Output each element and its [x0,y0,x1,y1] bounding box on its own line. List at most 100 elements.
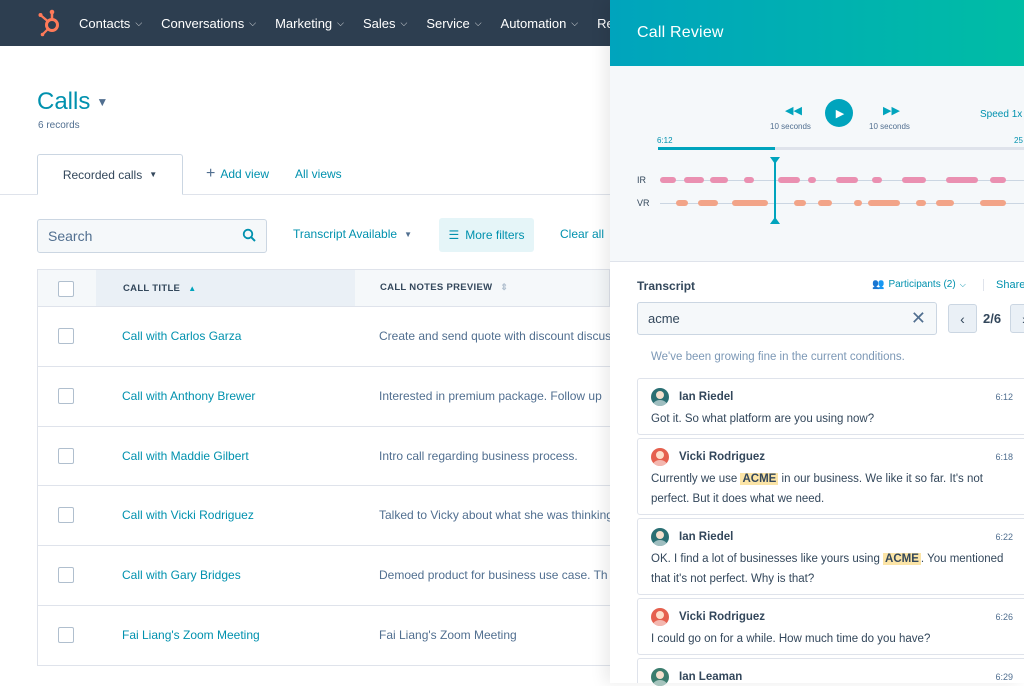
all-views-link[interactable]: All views [295,167,342,181]
transcript-message[interactable]: Ian Riedel 6:22 OK. I find a lot of busin… [637,518,1024,595]
search-highlight: ACME [883,553,921,565]
transcript-available-filter[interactable]: Transcript Available ▼ [293,227,412,241]
nav-conversations[interactable]: Conversations ⌵ [161,16,256,31]
share-button[interactable]: Share [983,279,1024,291]
select-all-checkbox[interactable] [58,281,74,297]
fast-forward-icon[interactable]: ▶▶ [883,104,900,117]
add-view-button[interactable]: + Add view [206,165,269,182]
column-call-notes[interactable]: CALL NOTES PREVIEW ⇕ [380,282,508,293]
previous-match-button[interactable]: ‹ [948,304,977,333]
row-checkbox[interactable] [58,447,74,464]
call-title-link[interactable]: Call with Carlos Garza [122,329,241,343]
speech-segment [872,177,882,183]
message-text: I could go on for a while. How much time… [651,633,931,645]
transcript-message[interactable]: Ian Leaman 6:29 [637,658,1024,686]
calls-page: Calls ▼ 6 records Recorded calls ▼ + Add v… [0,46,611,683]
avatar [651,608,669,626]
participants-dropdown[interactable]: 👥 Participants (2) ⌵ [872,279,966,290]
row-checkbox[interactable] [58,507,74,524]
call-title-link[interactable]: Call with Vicki Rodriguez [122,508,254,522]
hubspot-logo-icon[interactable] [35,8,65,38]
avatar [651,668,669,686]
transcript-search-input[interactable]: acme ✕ [637,302,937,335]
transcript-message[interactable]: Ian Riedel 6:12 Got it. So what platform … [637,378,1024,435]
plus-icon: + [206,165,216,182]
avatar [651,388,669,406]
chevron-down-icon: ⌵ [959,279,966,289]
row-checkbox[interactable] [58,328,74,344]
chevron-down-icon: ⌵ [337,17,344,28]
avatar [651,528,669,546]
caret-down-icon: ▼ [96,95,109,109]
row-checkbox[interactable] [58,567,74,584]
message-text: Got it. So what platform are you using n… [651,413,875,425]
speech-segment [818,200,832,206]
chevron-left-icon: ‹ [960,310,965,327]
call-title-link[interactable]: Call with Gary Bridges [122,568,241,582]
lane-label-ir: IR [637,175,646,185]
call-notes: Talked to Vicky about what she was think… [379,508,611,523]
current-time: 6:12 [657,136,673,145]
page-title[interactable]: Calls ▼ [37,88,108,116]
call-notes: Intro call regarding business process. [379,448,578,463]
speech-segment [794,200,806,206]
nav-automation[interactable]: Automation ⌵ [501,16,579,31]
transcript-heading: Transcript [637,279,696,293]
row-checkbox[interactable] [58,626,74,643]
speech-segment [808,177,816,183]
nav-marketing[interactable]: Marketing ⌵ [275,16,344,31]
speech-segment [946,177,978,183]
close-icon[interactable]: ✕ [911,308,926,329]
call-title-link[interactable]: Call with Maddie Gilbert [122,449,249,463]
panel-title: Call Review [610,0,1024,66]
caret-down-icon: ▼ [149,170,158,179]
next-match-button[interactable]: › [1010,304,1024,333]
speech-segment [868,200,900,206]
playhead[interactable] [774,159,776,223]
speech-segment [660,177,676,183]
tab-recorded-calls[interactable]: Recorded calls ▼ [37,154,183,195]
table-row: Call with Vicki Rodriguez Talked to Vicky… [37,486,611,547]
transcript-message[interactable]: Vicki Rodriguez 6:26 I could go on for a … [637,598,1024,655]
caret-down-icon: ▼ [404,229,412,239]
row-checkbox[interactable] [58,387,74,404]
nav-service[interactable]: Service ⌵ [426,16,481,31]
speech-segment [916,200,926,206]
speech-segment [936,200,954,206]
clear-all-link[interactable]: Clear all [560,227,604,241]
speech-segment [990,177,1006,183]
search-input[interactable]: Search [37,219,267,253]
calls-table: CALL TITLE ▲ CALL NOTES PREVIEW ⇕ Call wit… [37,269,611,666]
nav-contacts[interactable]: Contacts ⌵ [79,16,142,31]
rewind-label: 10 seconds [770,122,811,131]
call-notes: Fai Liang's Zoom Meeting [379,627,517,642]
rewind-icon[interactable]: ◀◀ [785,104,802,117]
play-button[interactable]: ▶ [825,99,853,127]
avatar [651,448,669,466]
speech-segment [710,177,728,183]
forward-label: 10 seconds [869,122,910,131]
progress-fill [658,147,775,150]
lane-label-vr: VR [637,198,650,208]
transcript-message[interactable]: Vicki Rodriguez 6:18 Currently we use ACM… [637,438,1024,515]
sort-icon: ⇕ [500,282,509,292]
speech-segment [744,177,754,183]
speed-control[interactable]: Speed 1x [980,109,1022,120]
call-review-panel: Call Review ◀◀ 10 seconds ▶ ▶▶ 10 second… [610,0,1024,686]
speech-segment [902,177,926,183]
call-title-link[interactable]: Fai Liang's Zoom Meeting [122,628,260,642]
record-count: 6 records [38,120,80,131]
speech-segment [980,200,1006,206]
column-call-title[interactable]: CALL TITLE ▲ [96,270,355,306]
filter-icon: ☰ [448,228,460,242]
more-filters-button[interactable]: ☰ More filters [439,218,534,252]
speech-segment [778,177,800,183]
call-title-link[interactable]: Call with Anthony Brewer [122,389,255,403]
match-count: 2/6 [983,311,1002,326]
chevron-down-icon: ⌵ [571,17,579,28]
playhead-top-icon [770,157,780,164]
speech-segment [684,177,704,183]
table-row: Fai Liang's Zoom Meeting Fai Liang's Zoom… [37,605,610,666]
nav-sales[interactable]: Sales ⌵ [363,16,407,31]
table-row: Call with Carlos Garza Create and send qu… [37,307,611,367]
